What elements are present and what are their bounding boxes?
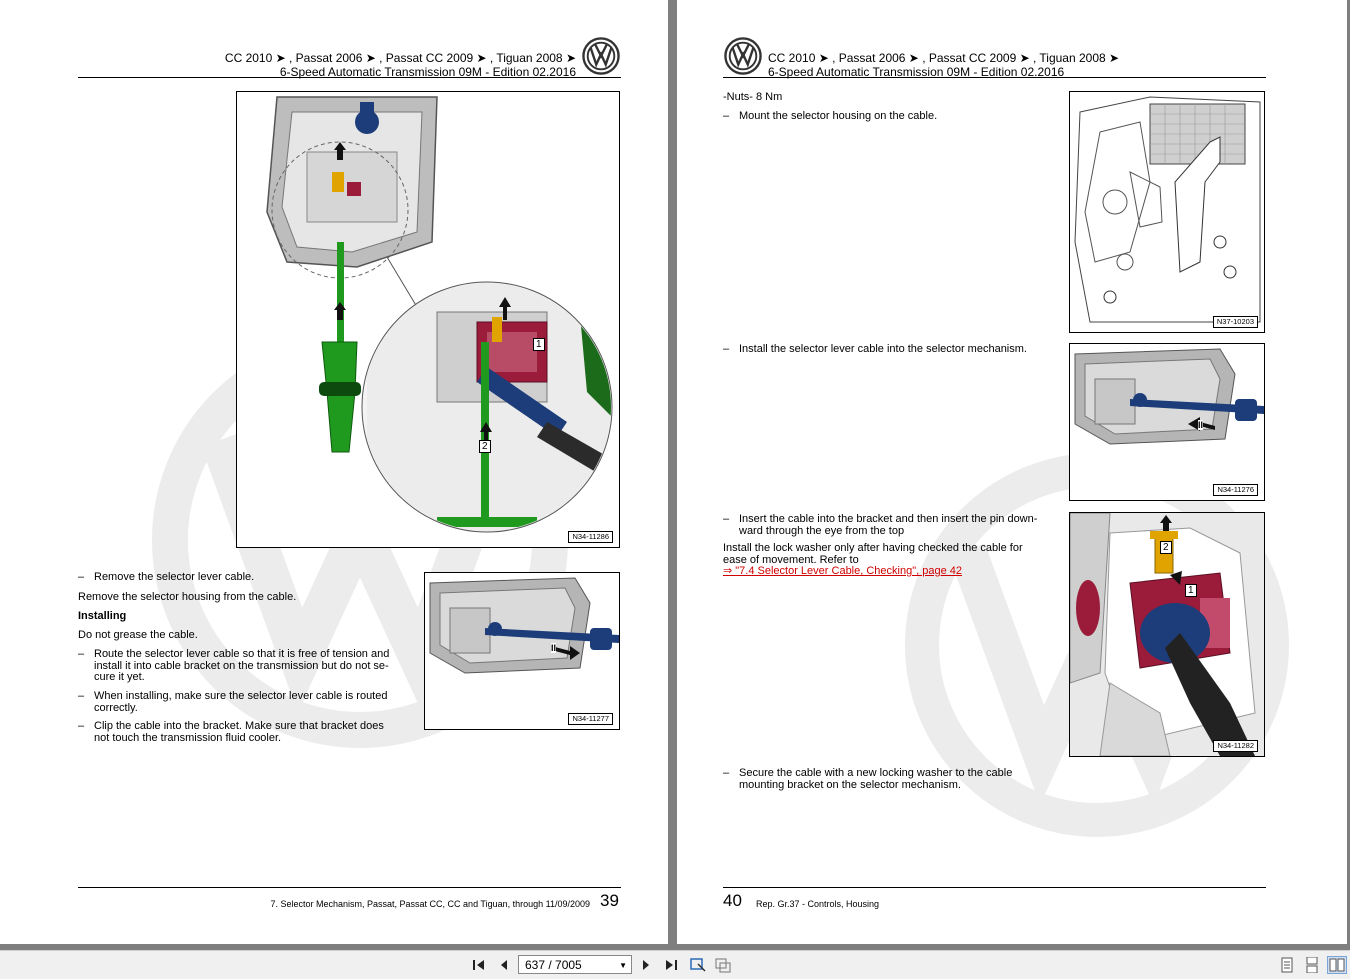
figure-selector-cable-removal: 1 2 N34-11286 [236,91,620,548]
cable-install-illustration [1074,348,1264,445]
vw-logo-icon [582,37,620,75]
callout-1: 1 [1185,584,1197,597]
page-number: 39 [600,891,619,910]
selector-lever-cable-checking-link[interactable]: ⇒ "7.4 Selector Lever Cable, Checking", … [723,565,962,578]
transmission-bracket-illustration [1074,96,1261,323]
step-route-cable: – Route the selector lever cable so that… [78,648,390,683]
footer-chapter: 7. Selector Mechanism, Passat, Passat CC… [270,899,590,909]
cable-disconnect-illustration [429,577,619,674]
header-rule [78,77,621,78]
chevron-down-icon: ▼ [619,961,627,970]
page-number: 40 [723,891,742,910]
lock-washer-note: Install the lock washer only after havin… [723,542,1023,566]
nuts-torque: -Nuts- 8 Nm [723,91,783,103]
step-secure-cable: – Secure the cable with a new locking wa… [723,767,1013,791]
viewer-toolbar: 637 / 7005 ▼ [0,950,1350,979]
continuous-page-icon[interactable] [1302,956,1322,974]
callout-2: 2 [479,440,491,453]
step-clip-cable: – Clip the cable into the bracket. Make … [78,720,384,744]
header-title: CC 2010 ➤ , Passat 2006 ➤ , Passat CC 20… [768,51,1120,65]
vw-logo-icon [724,37,762,75]
select-text-icon[interactable] [688,956,708,974]
figure-label: N34-11286 [568,531,613,543]
figure-transmission-bracket: N37-10203 [1069,91,1265,333]
snapshot-icon[interactable] [713,956,733,974]
next-page-icon[interactable] [636,956,656,974]
figure-label: N37-10203 [1212,316,1258,328]
callout-2: 2 [1160,541,1172,554]
right-document-page: CC 2010 ➤ , Passat 2006 ➤ , Passat CC 20… [677,0,1347,944]
selector-mechanism-illustration [266,96,613,533]
two-page-icon[interactable] [1327,956,1347,974]
figure-pin-insertion: 2 1 N34-11282 [1069,512,1265,757]
single-page-icon[interactable] [1277,956,1297,974]
page-number-select[interactable]: 637 / 7005 ▼ [518,955,632,974]
callout-II: II [551,643,557,653]
header-rule [723,77,1266,78]
figure-cable-disconnect: II N34-11277 [424,572,620,730]
figure-label: N34-11276 [1213,484,1258,496]
prev-page-icon[interactable] [494,956,514,974]
first-page-icon[interactable] [469,956,489,974]
left-document-page: CC 2010 ➤ , Passat 2006 ➤ , Passat CC 20… [0,0,668,944]
footer-rule [723,887,1266,888]
last-page-icon[interactable] [661,956,681,974]
callout-II: II [1198,420,1204,430]
installing-heading: Installing [78,610,127,622]
callout-1: 1 [533,338,545,351]
no-grease-note: Do not grease the cable. [78,629,198,641]
figure-label: N34-11282 [1213,740,1258,752]
figure-cable-install: II N34-11276 [1069,343,1265,501]
footer-rule [78,887,621,888]
step-insert-cable: – Insert the cable into the bracket and … [723,513,1038,537]
header-title: CC 2010 ➤ , Passat 2006 ➤ , Passat CC 20… [224,51,576,65]
step-when-installing: – When installing, make sure the selecto… [78,690,388,714]
figure-label: N34-11277 [568,713,613,725]
page-indicator: 637 / 7005 [525,958,582,972]
step-remove-housing: Remove the selector housing from the cab… [78,591,297,603]
footer-chapter: Rep. Gr.37 - Controls, Housing [756,899,880,909]
